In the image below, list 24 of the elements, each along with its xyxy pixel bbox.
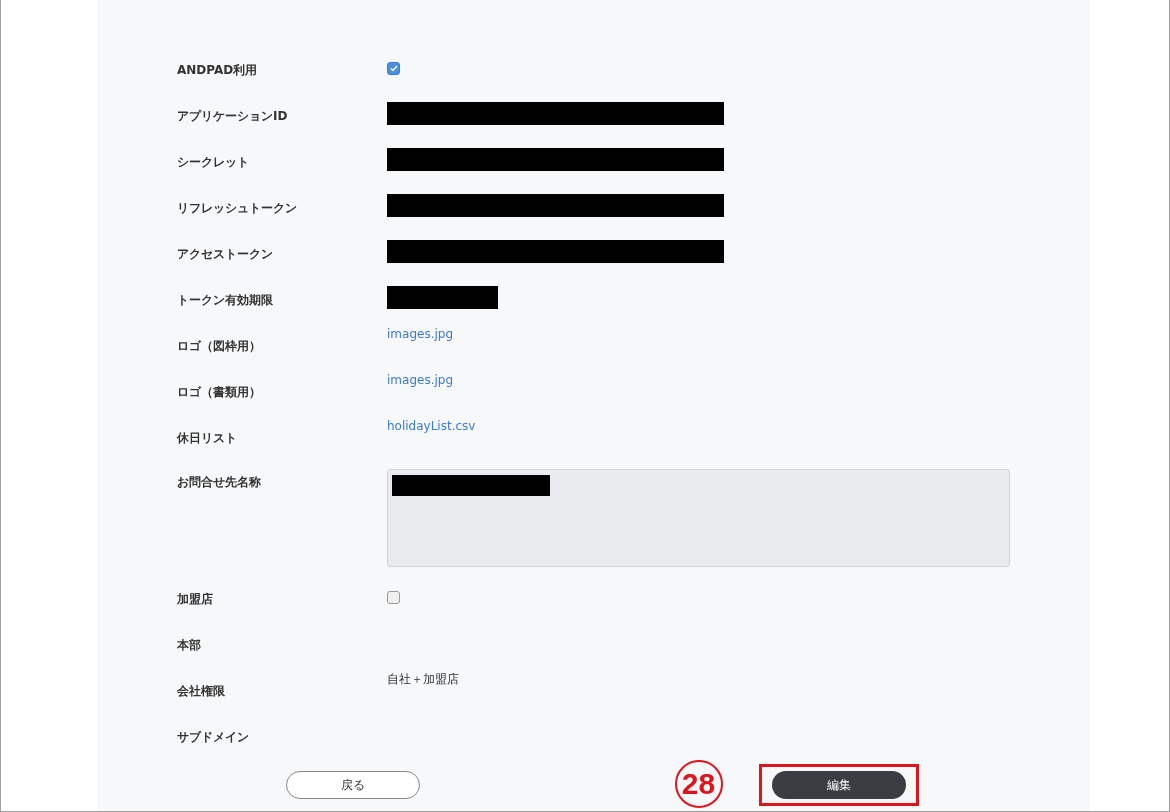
file-link[interactable]: holidayList.csv <box>387 415 476 433</box>
step-number-badge: 28 <box>674 760 723 808</box>
field-label: ANDPAD利用 <box>177 62 259 79</box>
field-label: シークレット <box>177 154 250 171</box>
field-label: アクセストークン <box>177 246 274 263</box>
field-label: 休日リスト <box>177 430 238 447</box>
field-label: 本部 <box>177 637 202 654</box>
edit-button[interactable]: 編集 <box>771 771 906 799</box>
field-label: ロゴ（図枠用） <box>177 338 262 355</box>
field-label: リフレッシュトークン <box>177 200 298 217</box>
checkbox[interactable] <box>387 62 400 75</box>
field-label: 加盟店 <box>177 591 214 608</box>
file-link[interactable]: images.jpg <box>387 323 453 341</box>
back-button[interactable]: 戻る <box>286 771 421 799</box>
checkbox[interactable] <box>387 591 400 604</box>
text-area[interactable] <box>387 469 1010 567</box>
field-label: 会社権限 <box>177 683 226 700</box>
field-label: アプリケーションID <box>177 108 289 125</box>
field-label: お問合せ先名称 <box>177 474 262 491</box>
field-label: サブドメイン <box>177 729 250 746</box>
field-label: ロゴ（書類用） <box>177 384 262 401</box>
field-label: トークン有効期限 <box>177 292 274 309</box>
file-link[interactable]: images.jpg <box>387 369 453 387</box>
field-value: 自社＋加盟店 <box>387 671 459 686</box>
